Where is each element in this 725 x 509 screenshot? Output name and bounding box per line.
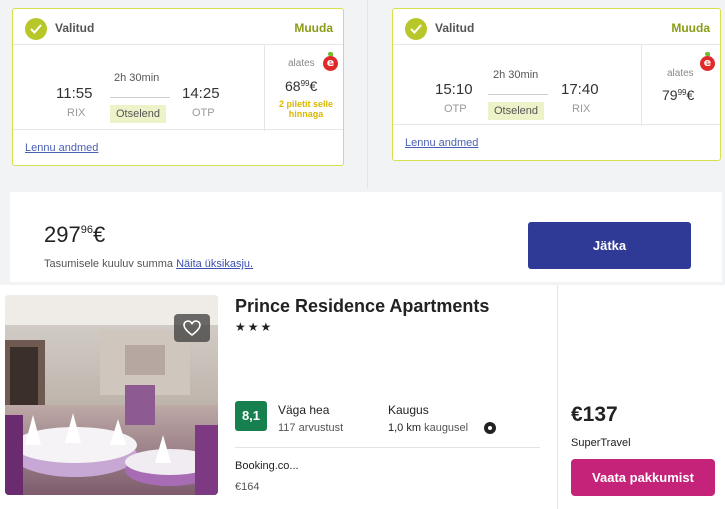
- price-from-label: alates: [288, 58, 315, 69]
- review-count: 117 arvustust: [278, 422, 344, 434]
- e-logo-icon: e: [700, 52, 715, 71]
- change-button[interactable]: Muuda: [294, 21, 333, 35]
- heart-icon: [183, 320, 201, 336]
- card-header: Valitud Muuda: [393, 9, 720, 45]
- provider-name[interactable]: Booking.co...: [235, 460, 299, 472]
- target-icon: [484, 422, 496, 434]
- flight-card-outbound: Valitud Muuda 11:55 RIX 2h 30min Otselen…: [12, 8, 344, 166]
- favorite-button[interactable]: [174, 314, 210, 342]
- depart-time: 15:10: [435, 81, 473, 98]
- flight-details-link[interactable]: Lennu andmed: [25, 142, 98, 154]
- arrive-code: RIX: [572, 103, 591, 115]
- review-label: Väga hea: [278, 403, 330, 417]
- selected-label: Valitud: [55, 21, 95, 35]
- direct-badge: Otselend: [110, 105, 167, 123]
- divider: [235, 447, 540, 448]
- total-note: Tasumisele kuuluv summa Näita üksikasju.: [44, 258, 254, 270]
- view-offer-button[interactable]: Vaata pakkumist: [571, 459, 715, 496]
- flight-leg: 15:10 OTP 2h 30min Otselend 17:40 RIX: [393, 45, 641, 126]
- flight-leg: 11:55 RIX 2h 30min Otselend 14:25 OTP: [13, 45, 263, 131]
- seats-left-note: 2 piletit selle hinnaga: [278, 99, 334, 119]
- hotel-card: Prince Residence Apartments ★★★ 8,1 Väga…: [0, 285, 725, 509]
- duration: 2h 30min: [493, 69, 539, 81]
- page: Valitud Muuda 11:55 RIX 2h 30min Otselen…: [0, 0, 725, 509]
- best-provider: SuperTravel: [571, 437, 631, 449]
- duration-line: [110, 97, 170, 98]
- check-icon: [25, 18, 47, 40]
- e-logo-icon: e: [323, 52, 338, 71]
- card-header: Valitud Muuda: [13, 9, 343, 45]
- hotel-name[interactable]: Prince Residence Apartments: [235, 296, 489, 317]
- depart-time: 11:55: [56, 85, 93, 102]
- check-icon: [405, 18, 427, 40]
- flight-price: 6899€: [285, 78, 318, 94]
- duration-line: [488, 94, 548, 95]
- arrive-time: 17:40: [561, 81, 599, 98]
- column-divider: [367, 0, 368, 188]
- flight-card-return: Valitud Muuda 15:10 OTP 2h 30min Otselen…: [392, 8, 721, 161]
- show-details-link[interactable]: Näita üksikasju.: [176, 258, 253, 270]
- flight-details-link[interactable]: Lennu andmed: [405, 137, 478, 149]
- provider-price: €164: [235, 481, 260, 493]
- card-footer: Lennu andmed: [13, 129, 343, 165]
- price-column: alates e 7999€: [641, 45, 720, 126]
- price-column: alates e 6899€ 2 piletit selle hinnaga: [264, 45, 343, 131]
- flight-price: 7999€: [662, 87, 695, 103]
- review-score: 8,1: [235, 401, 267, 431]
- selected-label: Valitud: [435, 21, 475, 35]
- distance-value: 1,0 km kaugusel: [388, 422, 469, 434]
- depart-code: RIX: [67, 107, 86, 119]
- column-divider: [557, 285, 558, 509]
- arrive-code: OTP: [192, 107, 215, 119]
- distance-label: Kaugus: [388, 403, 429, 417]
- best-price: €137: [571, 403, 618, 426]
- card-footer: Lennu andmed: [393, 124, 720, 160]
- star-rating: ★★★: [235, 320, 274, 334]
- change-button[interactable]: Muuda: [671, 21, 710, 35]
- direct-badge: Otselend: [488, 102, 545, 120]
- duration: 2h 30min: [114, 72, 160, 84]
- continue-button[interactable]: Jätka: [528, 222, 691, 269]
- depart-code: OTP: [444, 103, 467, 115]
- price-from-label: alates: [667, 68, 694, 79]
- total-summary: 29796€ Tasumisele kuuluv summa Näita üks…: [10, 192, 722, 282]
- arrive-time: 14:25: [182, 85, 220, 102]
- hotel-photo[interactable]: [5, 295, 218, 495]
- total-price: 29796€: [44, 222, 106, 247]
